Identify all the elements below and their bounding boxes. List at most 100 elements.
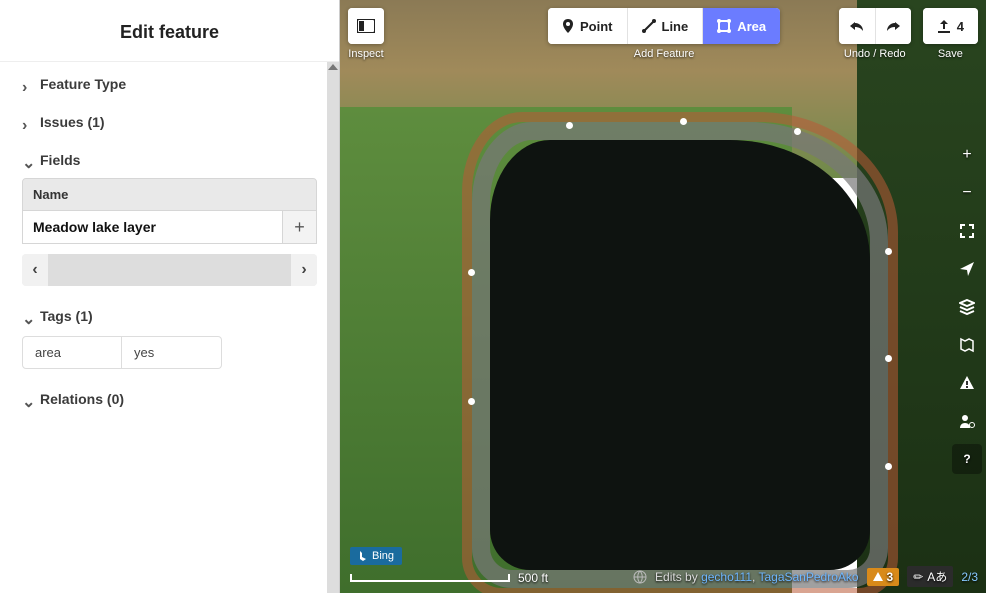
help-icon: ? <box>959 451 975 467</box>
editor-link-2[interactable]: TagaSanPedroAko <box>758 570 858 584</box>
warning-icon <box>959 375 975 391</box>
map-background <box>340 0 986 593</box>
lang-badge[interactable]: ✏ Aあ <box>907 566 953 587</box>
vertex-node[interactable] <box>885 463 892 470</box>
user-settings-icon <box>959 413 975 429</box>
bing-icon <box>358 551 368 561</box>
vertex-node[interactable] <box>885 355 892 362</box>
imagery-attribution[interactable]: Bing <box>350 547 402 565</box>
issues-header[interactable]: Issues (1) <box>22 114 317 130</box>
tag-value[interactable]: yes <box>122 336 222 369</box>
line-icon <box>642 19 656 33</box>
add-feature-group: Point Line Area Add Feature <box>548 8 780 60</box>
chevron-down-icon <box>22 311 32 321</box>
relations-label: Relations (0) <box>40 391 124 407</box>
fullscreen-button[interactable] <box>952 216 982 246</box>
tag-key[interactable]: area <box>22 336 122 369</box>
warning-icon <box>873 572 883 582</box>
preferences-button[interactable] <box>952 406 982 436</box>
locate-button[interactable] <box>952 254 982 284</box>
issues-label: Issues (1) <box>40 114 105 130</box>
issues-button[interactable] <box>952 368 982 398</box>
warnings-badge[interactable]: 3 <box>867 568 900 586</box>
sidebar-toggle-icon <box>357 19 375 33</box>
relations-header[interactable]: Relations (0) <box>22 391 317 407</box>
name-input[interactable] <box>23 211 282 243</box>
feature-type-header[interactable]: Feature Type <box>22 76 317 92</box>
fields-label: Fields <box>40 152 80 168</box>
chevron-down-icon <box>22 155 32 165</box>
history-group: Undo / Redo <box>839 8 911 60</box>
section-issues: Issues (1) <box>0 100 339 138</box>
point-button[interactable]: Point <box>548 8 627 44</box>
svg-text:?: ? <box>963 452 970 466</box>
chevron-down-icon <box>22 394 32 404</box>
inspect-caption: Inspect <box>348 48 383 60</box>
map-data-icon <box>959 337 975 353</box>
redo-icon <box>885 19 901 33</box>
chevron-right-icon <box>22 79 32 89</box>
area-icon <box>717 19 731 33</box>
help-button[interactable]: ? <box>952 444 982 474</box>
footer-credits: Edits by gecho111, TagaSanPedroAko 3 ✏ A… <box>633 566 978 587</box>
tag-row: area yes <box>22 336 317 369</box>
tags-label: Tags (1) <box>40 308 93 324</box>
save-button[interactable]: 4 <box>923 8 978 44</box>
edit-feature-sidebar: Edit feature Feature Type Issues (1) Fie… <box>0 0 340 593</box>
editor-link-1[interactable]: gecho111 <box>701 570 752 584</box>
save-group: 4 Save <box>923 8 978 60</box>
upload-icon <box>937 19 951 33</box>
lake-outline-outer <box>462 112 898 593</box>
field-name-row: Name + <box>22 178 317 244</box>
fields-header[interactable]: Fields <box>22 152 317 168</box>
fullscreen-icon <box>959 223 975 239</box>
field-name-label: Name <box>23 179 316 211</box>
pager-prev-button[interactable]: ‹ <box>22 254 48 286</box>
scale-bar: 500 ft <box>350 571 548 585</box>
add-feature-caption: Add Feature <box>634 48 695 60</box>
chevron-right-icon <box>22 117 32 127</box>
field-pager: ‹ › <box>22 254 317 286</box>
history-caption: Undo / Redo <box>844 48 906 60</box>
top-toolbar: Inspect Point Line Area <box>340 8 986 60</box>
edits-by: Edits by gecho111, TagaSanPedroAko <box>655 570 859 584</box>
vertex-node[interactable] <box>680 118 687 125</box>
tags-header[interactable]: Tags (1) <box>22 308 317 324</box>
sidebar-body: Feature Type Issues (1) Fields Name <box>0 62 339 593</box>
inspect-button[interactable] <box>348 8 384 44</box>
field-name-input-row: + <box>23 211 316 243</box>
undo-button[interactable] <box>839 8 875 44</box>
section-fields: Fields Name + ‹ › <box>0 138 339 294</box>
pager-track <box>48 254 291 286</box>
globe-icon <box>633 570 647 584</box>
line-button[interactable]: Line <box>627 8 703 44</box>
feature-type-label: Feature Type <box>40 76 126 92</box>
redo-button[interactable] <box>875 8 911 44</box>
scrollbar[interactable] <box>327 62 339 593</box>
section-relations: Relations (0) <box>0 377 339 415</box>
map-tools: + − ? <box>952 140 982 474</box>
pager-next-button[interactable]: › <box>291 254 317 286</box>
vertex-node[interactable] <box>468 398 475 405</box>
brush-icon: ✏ <box>913 570 923 584</box>
map-pane[interactable]: Inspect Point Line Area <box>340 0 986 593</box>
vertex-node[interactable] <box>566 122 573 129</box>
undo-icon <box>849 19 865 33</box>
vertex-node[interactable] <box>468 269 475 276</box>
vertex-node[interactable] <box>794 128 801 135</box>
section-feature-type: Feature Type <box>0 62 339 100</box>
scale-label: 500 ft <box>518 571 548 585</box>
layers-icon <box>959 299 975 315</box>
layers-button[interactable] <box>952 292 982 322</box>
save-caption: Save <box>938 48 963 60</box>
zoom-in-button[interactable]: + <box>952 140 982 170</box>
area-button[interactable]: Area <box>702 8 780 44</box>
section-tags: Tags (1) area yes <box>0 294 339 377</box>
lake-polygon[interactable] <box>490 140 870 570</box>
add-name-button[interactable]: + <box>282 211 316 243</box>
zoom-out-button[interactable]: − <box>952 178 982 208</box>
vertex-node[interactable] <box>885 248 892 255</box>
map-data-button[interactable] <box>952 330 982 360</box>
fields-box: Name + ‹ › <box>22 178 317 286</box>
point-icon <box>562 19 574 33</box>
